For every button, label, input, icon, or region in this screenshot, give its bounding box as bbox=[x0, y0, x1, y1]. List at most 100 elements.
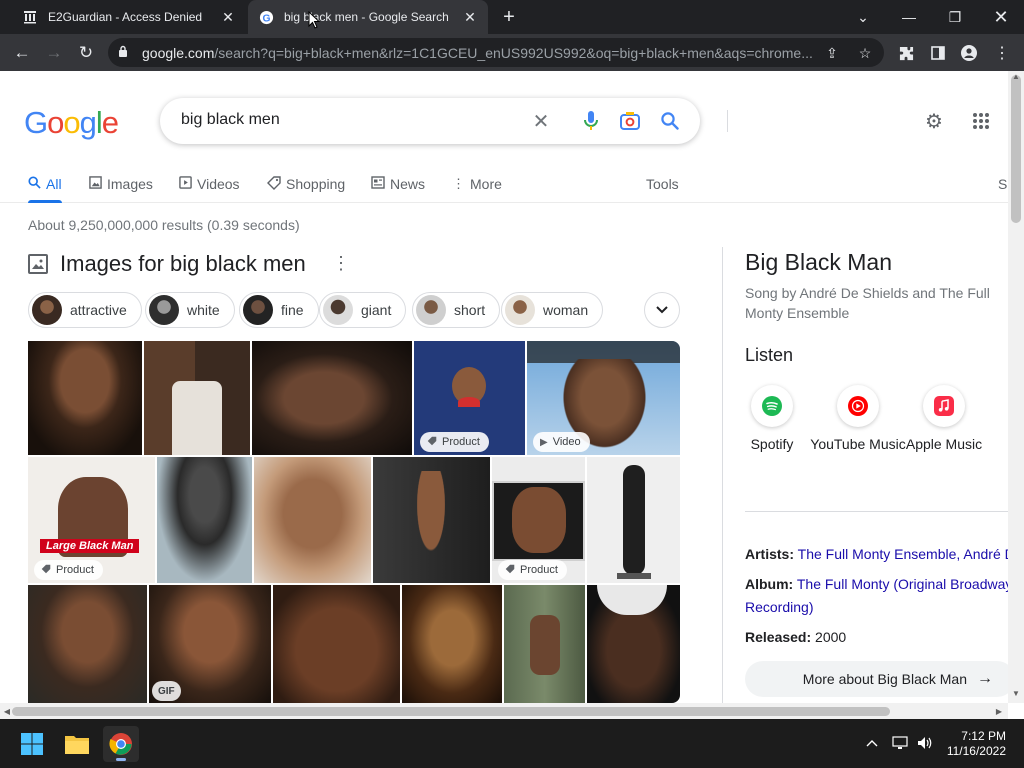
close-tab-icon[interactable]: ✕ bbox=[220, 9, 236, 25]
more-about-button[interactable]: More about Big Black Man → bbox=[745, 661, 1008, 697]
scroll-left-arrow-icon[interactable]: ◀ bbox=[1, 705, 13, 717]
new-tab-button[interactable]: + bbox=[498, 6, 520, 28]
images-heading-text: Images for big black men bbox=[60, 251, 306, 276]
image-result[interactable] bbox=[157, 457, 252, 583]
cut-off-link[interactable]: S bbox=[998, 169, 1007, 199]
url-text: google.com/search?q=big+black+men&rlz=1C… bbox=[142, 44, 812, 61]
album-link[interactable]: The Full Monty (Original Broadway bbox=[797, 576, 1008, 592]
tab-search-chevron-icon[interactable]: ⌄ bbox=[840, 0, 886, 34]
chip-white[interactable]: white bbox=[145, 292, 235, 328]
tab-e2guardian[interactable]: E2Guardian - Access Denied ✕ bbox=[12, 0, 246, 34]
search-input[interactable]: big black men bbox=[181, 111, 280, 129]
tab-google-search[interactable]: G big black men - Google Search ✕ bbox=[248, 0, 488, 34]
horizontal-scroll-thumb[interactable] bbox=[12, 707, 890, 716]
e2guardian-favicon-icon bbox=[22, 9, 38, 25]
tab-all[interactable]: All bbox=[28, 169, 62, 203]
reload-icon[interactable]: ↻ bbox=[73, 40, 99, 66]
apps-grid-icon[interactable] bbox=[969, 109, 993, 133]
apple-music-link[interactable]: Apple Music bbox=[894, 385, 994, 455]
image-result[interactable] bbox=[28, 341, 142, 455]
image-result[interactable]: Product bbox=[414, 341, 525, 455]
tab-images[interactable]: Images bbox=[89, 169, 153, 199]
tab-more[interactable]: ⋮ More bbox=[452, 169, 502, 199]
youtube-music-icon bbox=[837, 385, 879, 427]
tab-shopping[interactable]: Shopping bbox=[267, 169, 345, 199]
extensions-puzzle-icon[interactable] bbox=[895, 42, 917, 64]
spotify-link[interactable]: Spotify bbox=[722, 385, 822, 455]
image-result[interactable] bbox=[252, 341, 412, 455]
side-panel-icon[interactable] bbox=[927, 42, 949, 64]
chip-thumbnail bbox=[416, 295, 446, 325]
scroll-down-arrow-icon[interactable]: ▼ bbox=[1010, 687, 1022, 699]
image-result[interactable]: Product bbox=[492, 457, 585, 583]
chrome-taskbar-icon[interactable] bbox=[103, 726, 139, 762]
chip-fine[interactable]: fine bbox=[239, 292, 319, 328]
close-window-button[interactable]: ✕ bbox=[978, 0, 1024, 34]
image-result[interactable]: ▶ Video bbox=[527, 341, 680, 455]
play-icon bbox=[179, 176, 192, 192]
chip-woman[interactable]: woman bbox=[501, 292, 604, 328]
close-tab-icon[interactable]: ✕ bbox=[462, 9, 478, 25]
volume-icon[interactable] bbox=[915, 733, 935, 753]
search-box[interactable]: big black men ✕ bbox=[160, 98, 728, 144]
chip-short[interactable]: short bbox=[412, 292, 501, 328]
image-result[interactable] bbox=[254, 457, 371, 583]
chip-thumbnail bbox=[505, 295, 535, 325]
settings-gear-icon[interactable]: ⚙ bbox=[922, 109, 946, 133]
tab-news[interactable]: News bbox=[371, 169, 425, 199]
restore-button[interactable]: ❐ bbox=[932, 0, 978, 34]
horizontal-scrollbar[interactable]: ◀ ▶ bbox=[0, 703, 1008, 719]
tab-strip: E2Guardian - Access Denied ✕ G big black… bbox=[0, 0, 1024, 34]
share-icon[interactable]: ⇪ bbox=[822, 43, 842, 63]
image-result[interactable] bbox=[373, 457, 490, 583]
camera-lens-icon[interactable] bbox=[618, 109, 642, 133]
chip-giant[interactable]: giant bbox=[319, 292, 407, 328]
google-favicon-icon: G bbox=[258, 9, 274, 25]
image-result[interactable] bbox=[144, 341, 250, 455]
chip-attractive[interactable]: attractive bbox=[28, 292, 142, 328]
expand-chips-chevron-icon[interactable] bbox=[644, 292, 680, 328]
file-explorer-icon[interactable] bbox=[59, 726, 95, 762]
profile-avatar-icon[interactable] bbox=[958, 42, 980, 64]
scroll-right-arrow-icon[interactable]: ▶ bbox=[993, 705, 1005, 717]
minimize-button[interactable]: — bbox=[886, 0, 932, 34]
album-link-continued[interactable]: Recording) bbox=[745, 599, 813, 615]
scroll-up-arrow-icon[interactable]: ▲ bbox=[1010, 70, 1022, 82]
tools-button[interactable]: Tools bbox=[646, 169, 679, 199]
address-bar[interactable]: google.com/search?q=big+black+men&rlz=1C… bbox=[108, 38, 884, 67]
microphone-icon[interactable] bbox=[579, 109, 603, 133]
image-result[interactable] bbox=[28, 585, 147, 703]
image-result[interactable] bbox=[504, 585, 585, 703]
chrome-menu-icon[interactable]: ⋮ bbox=[991, 42, 1013, 64]
tab-videos[interactable]: Videos bbox=[179, 169, 240, 199]
spotify-icon bbox=[751, 385, 793, 427]
show-hidden-icons-chevron-icon[interactable] bbox=[862, 733, 882, 753]
images-section-heading[interactable]: Images for big black men bbox=[28, 251, 306, 277]
image-result[interactable] bbox=[587, 457, 680, 583]
windows-start-icon[interactable] bbox=[14, 726, 50, 762]
image-result[interactable]: Large Black Man Product bbox=[28, 457, 155, 583]
google-results-page: Google big black men ✕ ⚙ All Images Vide… bbox=[0, 71, 1008, 703]
clear-search-icon[interactable]: ✕ bbox=[529, 109, 553, 133]
system-clock[interactable]: 7:12 PM 11/16/2022 bbox=[947, 729, 1006, 759]
knowledge-panel-subtitle: Song by André De Shields and The Full Mo… bbox=[745, 285, 990, 321]
forward-arrow-icon[interactable]: → bbox=[41, 40, 67, 66]
back-arrow-icon[interactable]: ← bbox=[9, 40, 35, 66]
chip-thumbnail bbox=[149, 295, 179, 325]
bookmark-star-icon[interactable]: ☆ bbox=[855, 43, 875, 63]
chip-thumbnail bbox=[243, 295, 273, 325]
network-icon[interactable] bbox=[890, 733, 910, 753]
tab-title: E2Guardian - Access Denied bbox=[48, 10, 203, 24]
image-result[interactable] bbox=[273, 585, 400, 703]
more-options-icon[interactable]: ⋮ bbox=[332, 253, 350, 275]
image-result[interactable]: GIF bbox=[149, 585, 271, 703]
youtube-music-link[interactable]: YouTube Music bbox=[808, 385, 908, 455]
image-result[interactable] bbox=[587, 585, 680, 703]
image-icon bbox=[28, 254, 48, 274]
search-icon[interactable] bbox=[658, 109, 682, 133]
vertical-scrollbar[interactable]: ▲ ▼ bbox=[1008, 71, 1024, 703]
vertical-scroll-thumb[interactable] bbox=[1011, 75, 1021, 223]
google-logo[interactable]: Google bbox=[24, 105, 119, 141]
artists-link[interactable]: The Full Monty Ensemble, André D bbox=[798, 546, 1008, 562]
image-result[interactable] bbox=[402, 585, 502, 703]
